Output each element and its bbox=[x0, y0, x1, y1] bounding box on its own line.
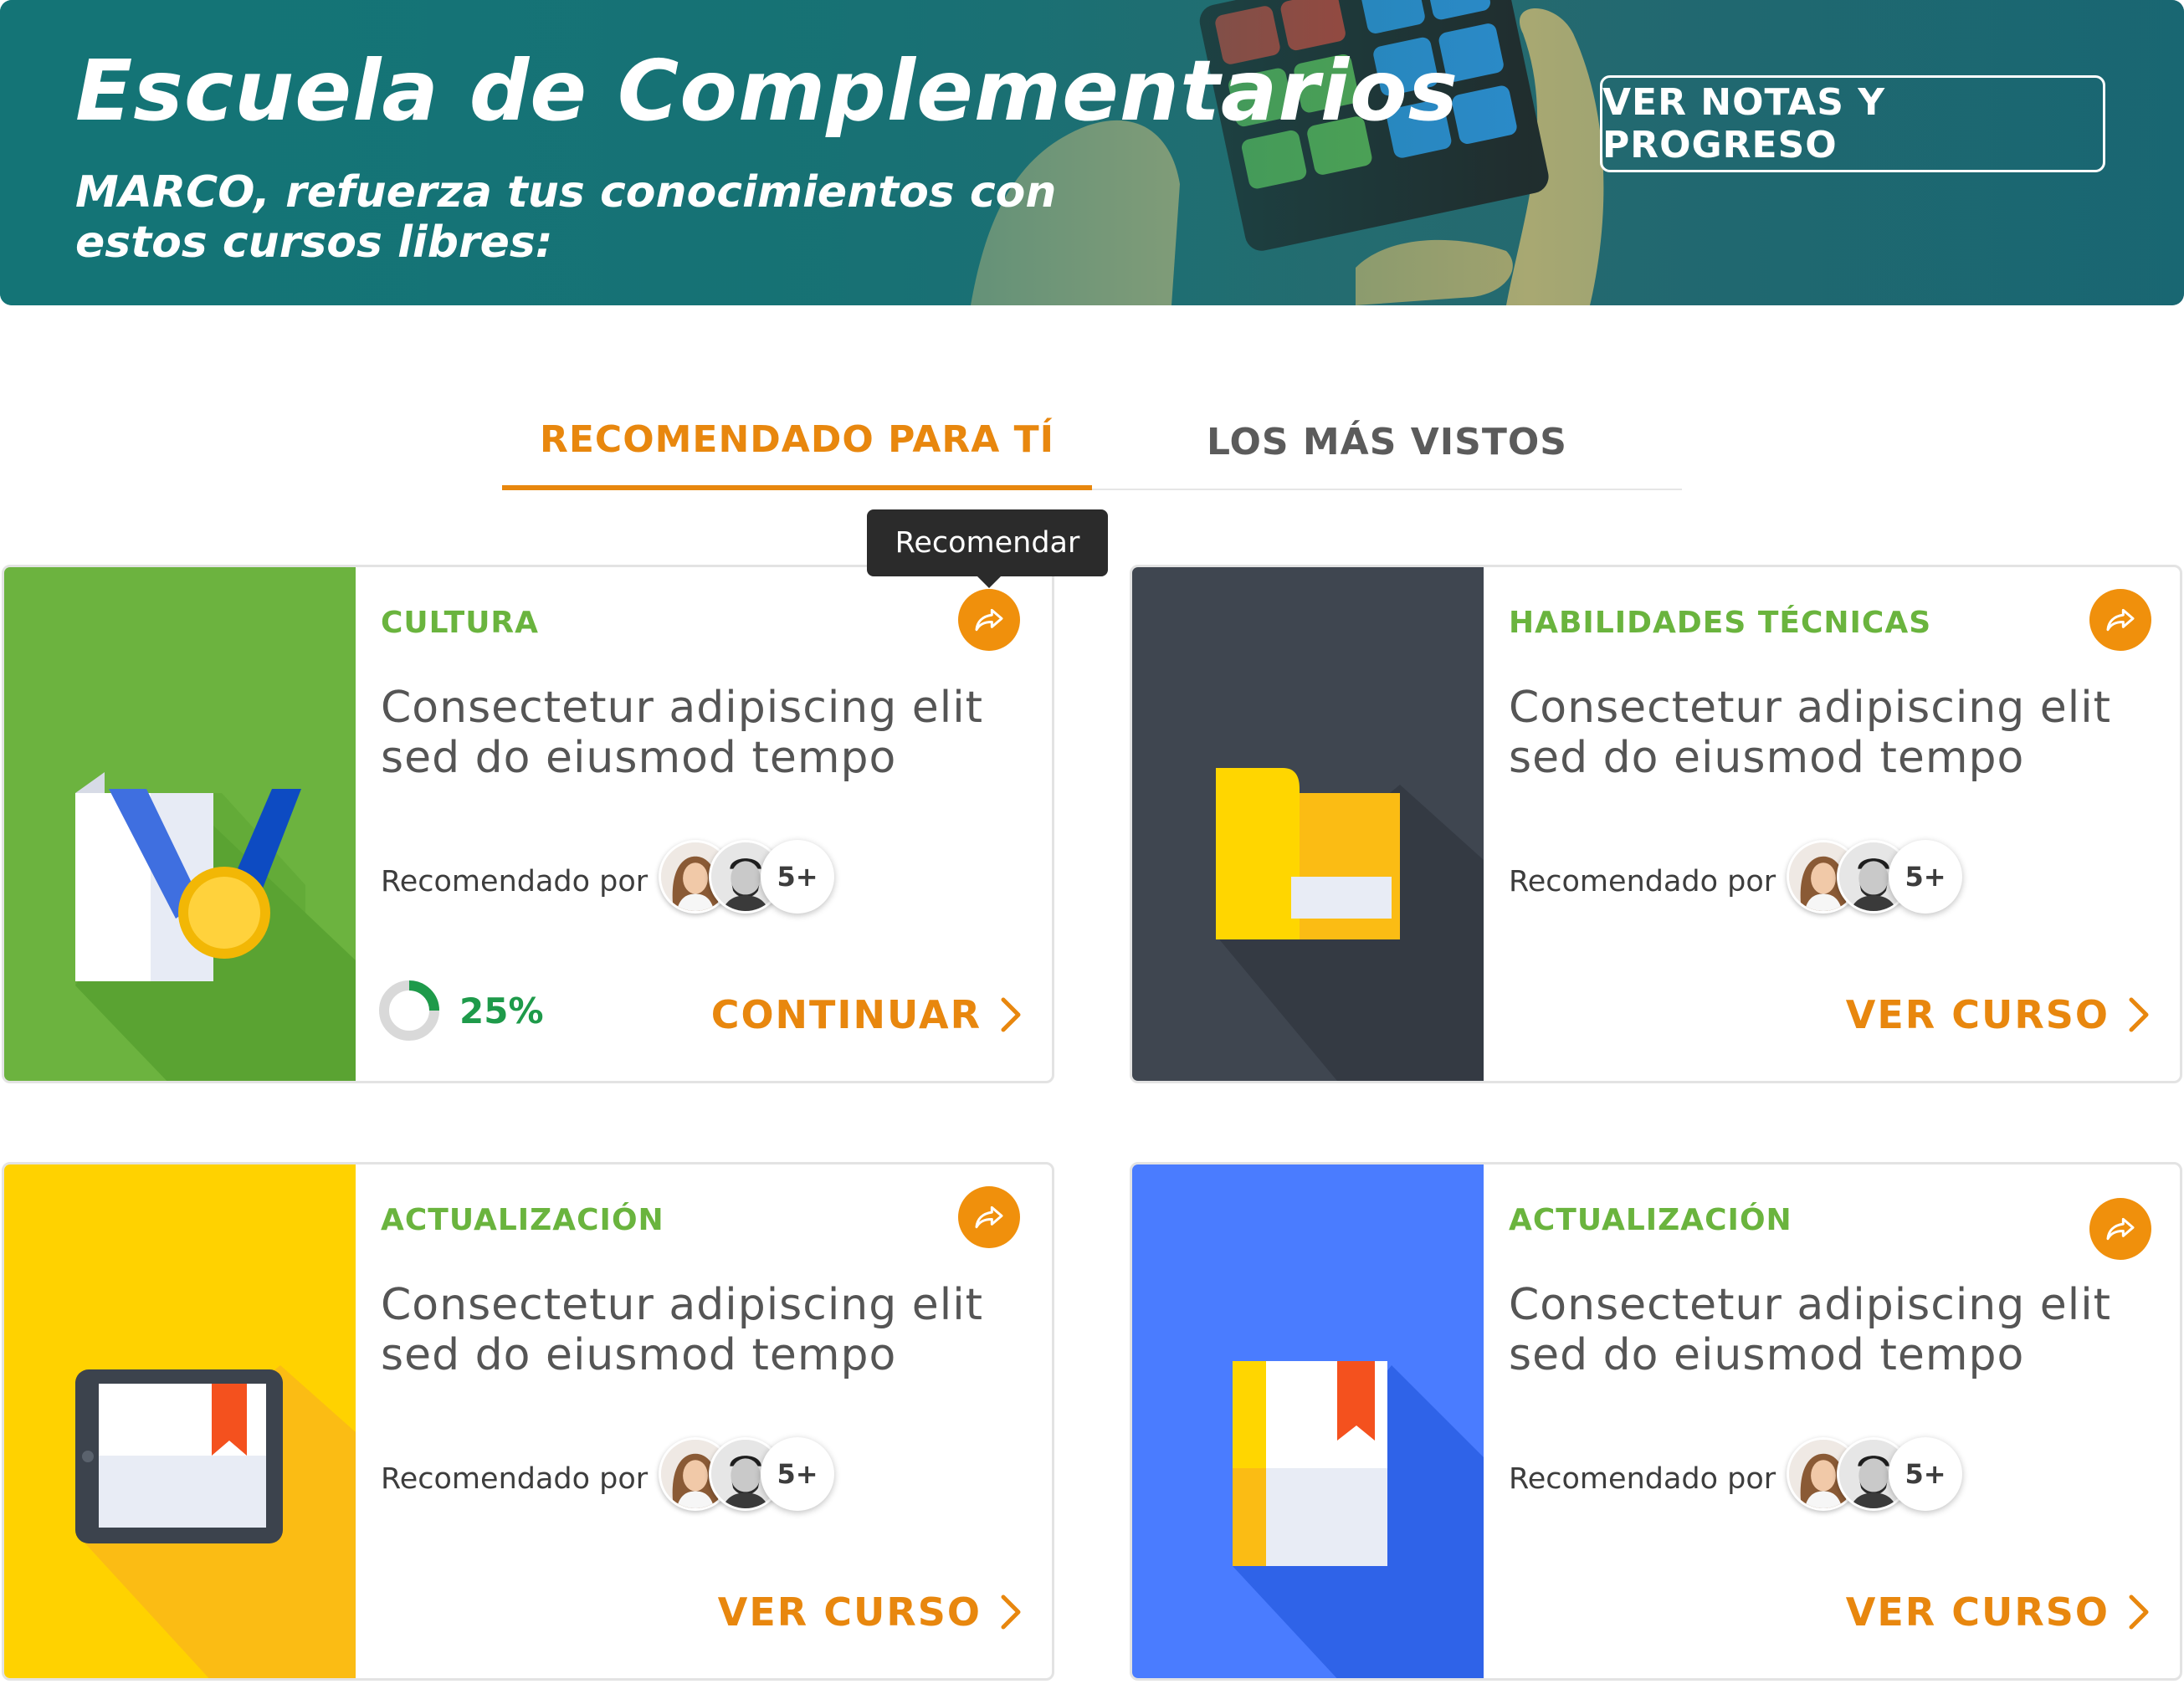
recommended-by-label: Recomendado por bbox=[381, 1462, 649, 1496]
recommend-tooltip: Recomendar bbox=[867, 509, 1108, 588]
share-button[interactable] bbox=[2089, 589, 2151, 651]
continue-button[interactable]: CONTINUAR bbox=[711, 992, 1022, 1037]
view-course-button[interactable]: VER CURSO bbox=[718, 1589, 1022, 1635]
view-course-button[interactable]: VER CURSO bbox=[1846, 1589, 2150, 1635]
view-course-label: VER CURSO bbox=[717, 1589, 982, 1635]
recommended-by-label: Recomendado por bbox=[1509, 1462, 1776, 1496]
course-card[interactable]: ACTUALIZACIÓN Consectetur adipiscing eli… bbox=[2, 1162, 1054, 1681]
more-recommenders-badge: 5+ bbox=[1889, 840, 1962, 914]
course-title: Consectetur adipiscing elit sed do eiusm… bbox=[1509, 1280, 2112, 1380]
course-progress: 25% bbox=[377, 979, 544, 1042]
course-title: Consectetur adipiscing elit sed do eiusm… bbox=[381, 683, 984, 783]
course-tabs: RECOMENDADO PARA TÍ LOS MÁS VISTOS bbox=[502, 393, 1682, 490]
more-recommenders-badge: 5+ bbox=[761, 840, 834, 914]
hero-banner: Escuela de Complementarios MARCO, refuer… bbox=[0, 0, 2184, 305]
share-arrow-icon bbox=[975, 1205, 1003, 1229]
course-category: HABILIDADES TÉCNICAS bbox=[1509, 606, 1932, 640]
recommender-avatars[interactable]: 5+ bbox=[1787, 837, 1971, 920]
progress-percent: 25% bbox=[459, 990, 544, 1031]
course-card-body: CULTURA Consectetur adipiscing elit sed … bbox=[356, 567, 1052, 1081]
more-recommenders-badge: 5+ bbox=[761, 1437, 834, 1511]
course-card-body: HABILIDADES TÉCNICAS Consectetur adipisc… bbox=[1484, 567, 2180, 1081]
recommender-avatars[interactable]: 5+ bbox=[1787, 1434, 1971, 1518]
course-thumbnail bbox=[1132, 1164, 1484, 1678]
recommended-by-label: Recomendado por bbox=[1509, 865, 1776, 898]
share-button[interactable] bbox=[2089, 1198, 2151, 1260]
recommender-avatars[interactable]: 5+ bbox=[659, 837, 843, 920]
share-button[interactable] bbox=[958, 589, 1020, 651]
view-grades-button[interactable]: VER NOTAS Y PROGRESO bbox=[1600, 75, 2105, 172]
chevron-right-icon bbox=[2129, 997, 2149, 1032]
page-title: Escuela de Complementarios bbox=[75, 42, 1459, 140]
tab-most-viewed[interactable]: LOS MÁS VISTOS bbox=[1092, 393, 1682, 490]
chevron-right-icon bbox=[1001, 1594, 1021, 1630]
course-title: Consectetur adipiscing elit sed do eiusm… bbox=[381, 1280, 984, 1380]
view-course-label: VER CURSO bbox=[1845, 992, 2110, 1037]
page-subtitle: MARCO, refuerza tus conocimientos con es… bbox=[75, 167, 1057, 268]
view-course-label: VER CURSO bbox=[1845, 1589, 2110, 1635]
share-arrow-icon bbox=[2106, 1217, 2135, 1241]
chevron-right-icon bbox=[1001, 997, 1021, 1032]
course-category: ACTUALIZACIÓN bbox=[1509, 1203, 1792, 1237]
medal-document-icon bbox=[75, 772, 356, 1081]
share-button[interactable] bbox=[958, 1186, 1020, 1248]
recommended-by-label: Recomendado por bbox=[381, 865, 649, 898]
view-course-button[interactable]: VER CURSO bbox=[1846, 992, 2150, 1037]
folder-icon bbox=[1216, 768, 1484, 1081]
course-thumbnail bbox=[4, 1164, 356, 1678]
course-category: ACTUALIZACIÓN bbox=[381, 1203, 664, 1237]
share-arrow-icon bbox=[2106, 608, 2135, 632]
course-card-body: ACTUALIZACIÓN Consectetur adipiscing eli… bbox=[1484, 1164, 2180, 1678]
course-title: Consectetur adipiscing elit sed do eiusm… bbox=[1509, 683, 2112, 783]
course-card[interactable]: CULTURA Consectetur adipiscing elit sed … bbox=[2, 565, 1054, 1083]
course-category: CULTURA bbox=[381, 606, 540, 640]
continue-label: CONTINUAR bbox=[710, 992, 982, 1037]
chevron-right-icon bbox=[2129, 1594, 2149, 1630]
more-recommenders-badge: 5+ bbox=[1889, 1437, 1962, 1511]
tab-recommended[interactable]: RECOMENDADO PARA TÍ bbox=[502, 393, 1092, 490]
tablet-ebook-icon bbox=[75, 1365, 356, 1678]
progress-ring bbox=[379, 980, 439, 1041]
course-card-body: ACTUALIZACIÓN Consectetur adipiscing eli… bbox=[356, 1164, 1052, 1678]
course-card[interactable]: HABILIDADES TÉCNICAS Consectetur adipisc… bbox=[1130, 565, 2182, 1083]
book-icon bbox=[1233, 1361, 1484, 1678]
course-thumbnail bbox=[4, 567, 356, 1081]
recommender-avatars[interactable]: 5+ bbox=[659, 1434, 843, 1518]
course-thumbnail bbox=[1132, 567, 1484, 1081]
course-card[interactable]: ACTUALIZACIÓN Consectetur adipiscing eli… bbox=[1130, 1162, 2182, 1681]
share-arrow-icon bbox=[975, 608, 1003, 632]
